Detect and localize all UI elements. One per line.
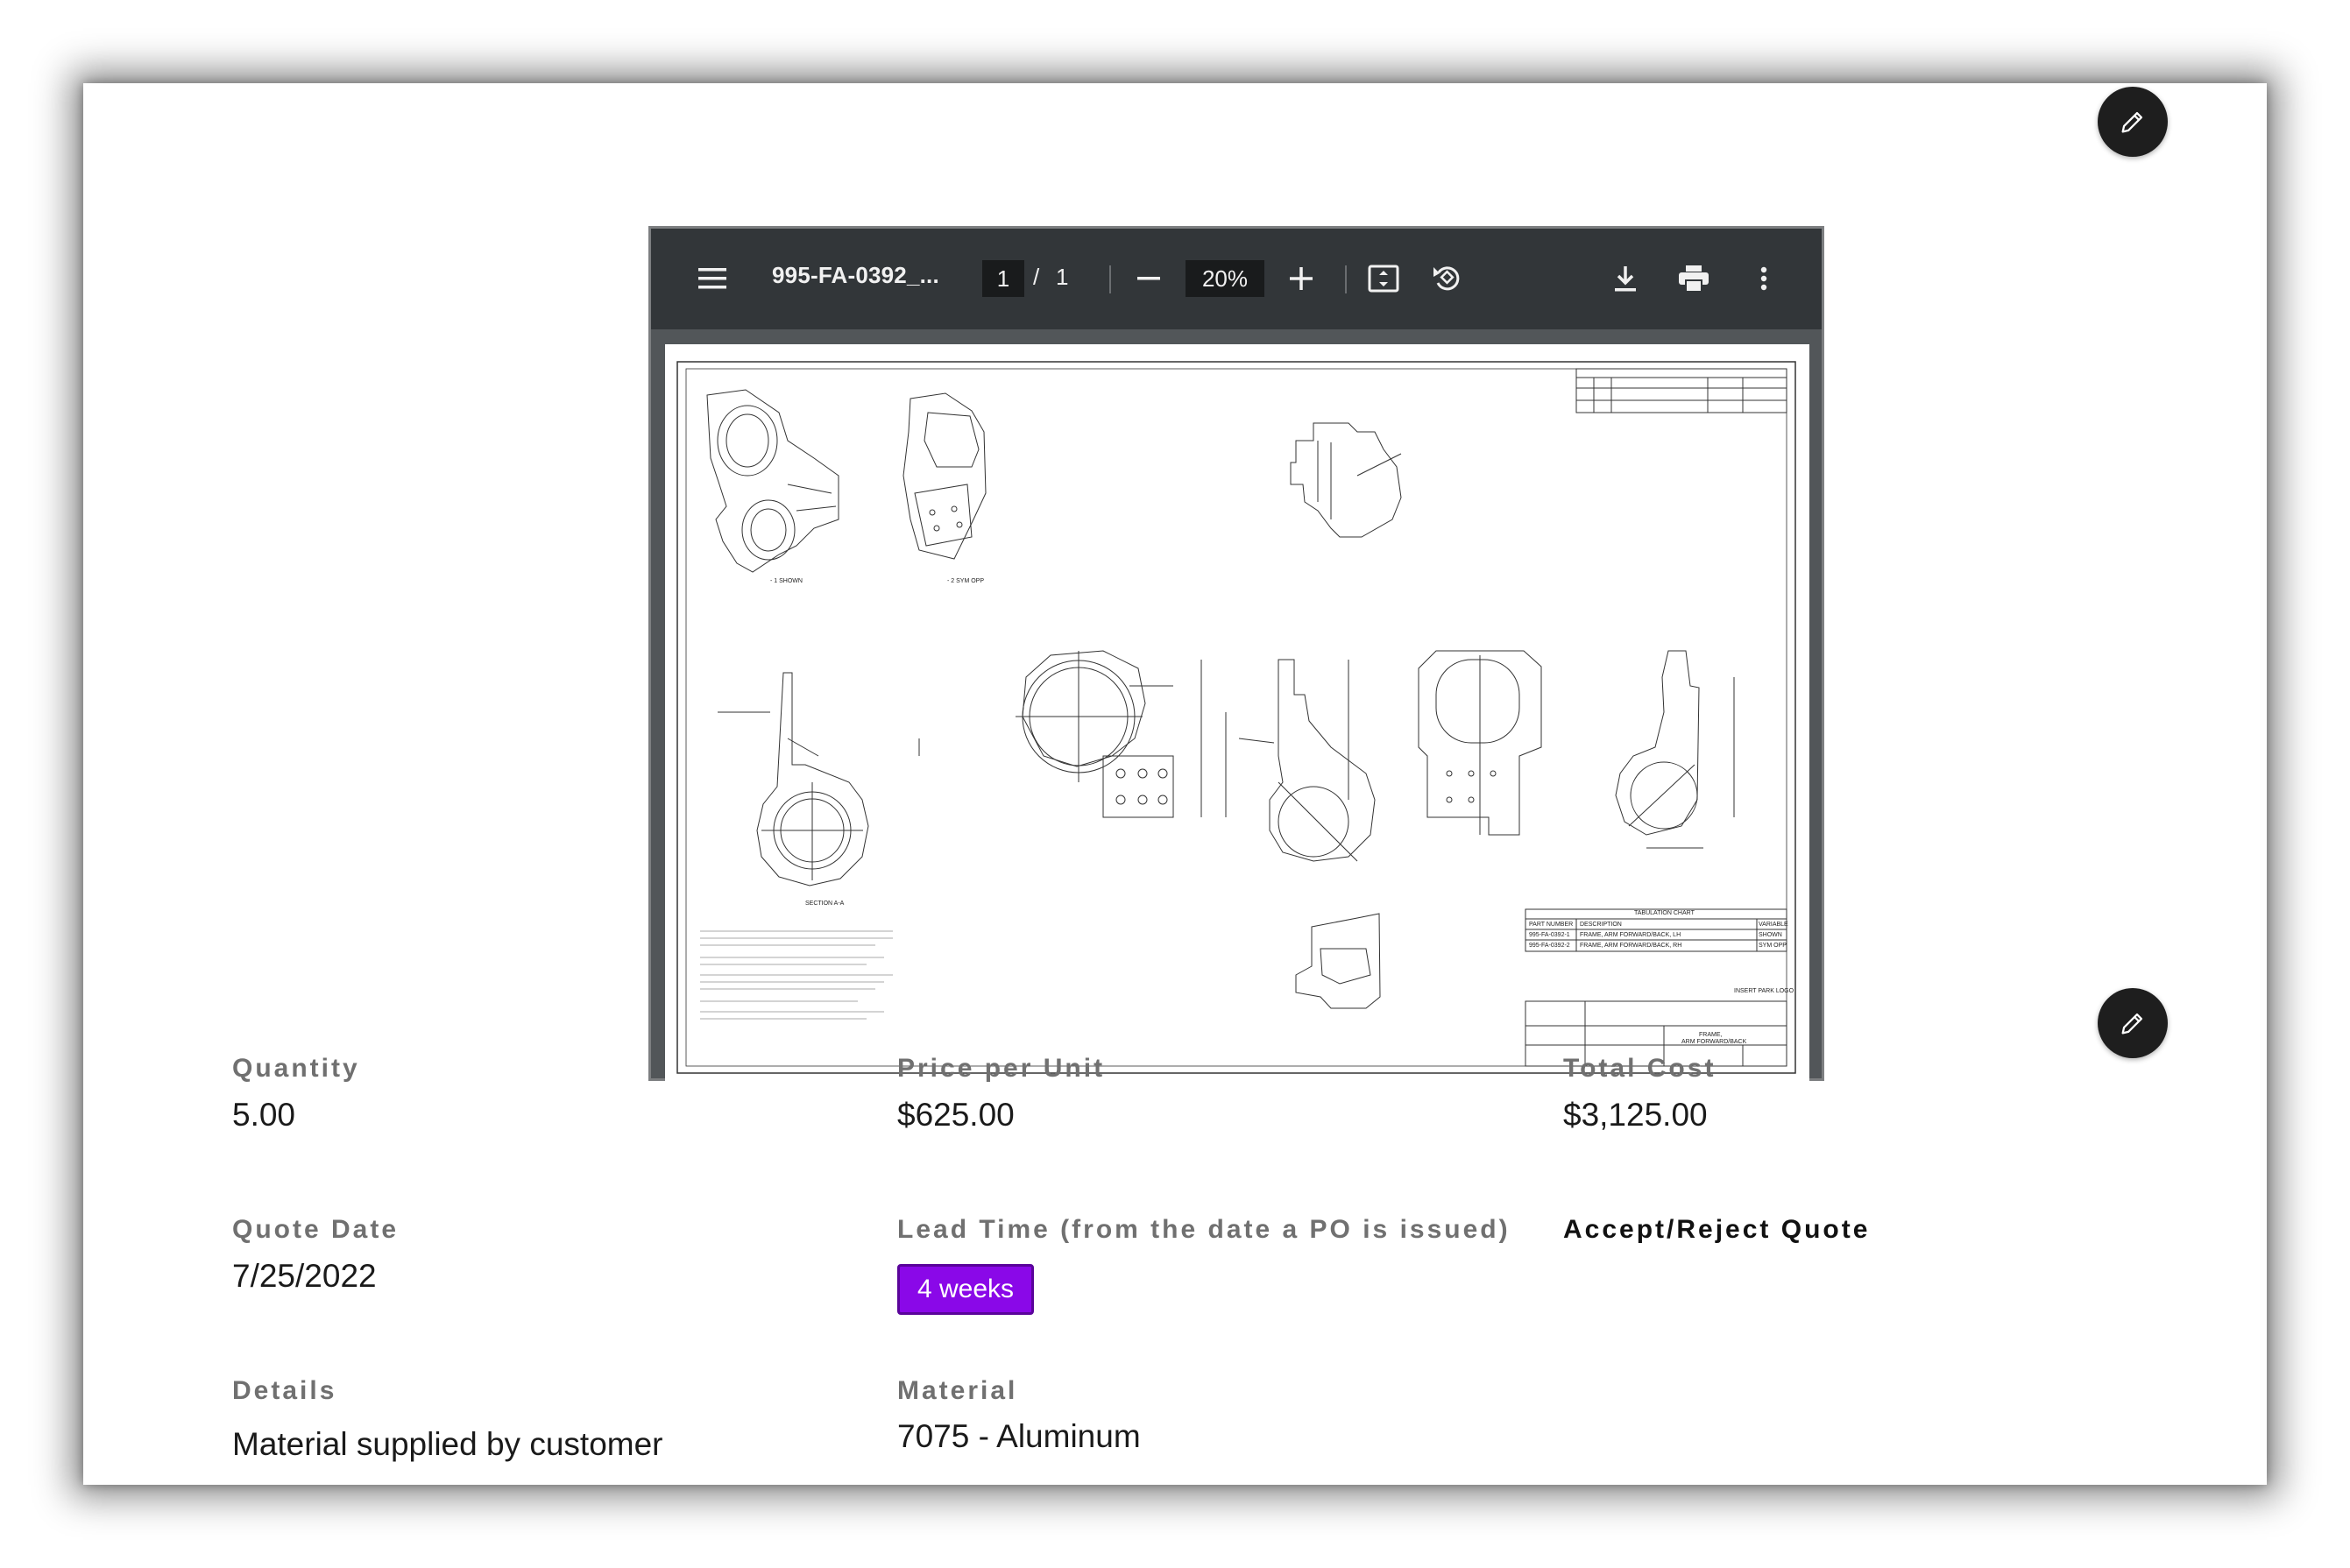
details-value: Material supplied by customer: [232, 1426, 663, 1462]
plus-icon: [1290, 267, 1313, 290]
toolbar-divider: [1345, 265, 1347, 293]
tabulation-cell: FRAME, ARM FORWARD/BACK, LH: [1580, 932, 1681, 938]
view-label-shown: - 1 SHOWN: [770, 578, 803, 584]
quote-date-value: 7/25/2022: [232, 1258, 377, 1294]
section-label: SECTION A-A: [805, 901, 845, 907]
document-title: 995-FA-0392_...: [772, 262, 939, 288]
tabulation-cell: 995-FA-0392-2: [1529, 943, 1570, 949]
tabulation-header: DESCRIPTION: [1580, 922, 1622, 928]
lead-time-label: Lead Time (from the date a PO is issued): [897, 1215, 1511, 1244]
material-value: 7075 - Aluminum: [897, 1418, 1141, 1454]
drawing-title-line1: FRAME,: [1699, 1032, 1723, 1038]
pencil-icon: [2121, 1013, 2143, 1035]
total-cost-value: $3,125.00: [1563, 1097, 1708, 1133]
page-number-input[interactable]: 1: [982, 260, 1024, 297]
tabulation-header: VARIABLE: [1759, 922, 1788, 928]
zoom-out-button[interactable]: [1131, 261, 1166, 296]
details-label: Details: [232, 1376, 337, 1405]
drawing-title-line2: ARM FORWARD/BACK: [1681, 1039, 1747, 1045]
menu-button[interactable]: [695, 261, 730, 296]
menu-icon: [698, 268, 726, 289]
price-per-unit-label: Price per Unit: [897, 1054, 1106, 1083]
quantity-value: 5.00: [232, 1097, 296, 1133]
tabulation-title: TABULATION CHART: [1634, 910, 1695, 916]
quote-date-label: Quote Date: [232, 1215, 400, 1244]
total-cost-label: Total Cost: [1563, 1054, 1716, 1083]
fit-page-icon: [1368, 265, 1399, 293]
edit-drawing-button[interactable]: [2098, 87, 2168, 157]
tabulation-header: PART NUMBER: [1529, 922, 1573, 928]
accept-reject-quote-label: Accept/Reject Quote: [1563, 1215, 1871, 1244]
minus-icon: [1137, 277, 1160, 280]
material-label: Material: [897, 1376, 1018, 1405]
zoom-in-button[interactable]: [1284, 261, 1319, 296]
quantity-label: Quantity: [232, 1054, 360, 1083]
rotate-icon: [1433, 266, 1460, 291]
page-separator: /: [1033, 264, 1040, 290]
lead-time-badge: 4 weeks: [897, 1264, 1034, 1315]
fit-page-button[interactable]: [1366, 261, 1401, 296]
pdf-viewer[interactable]: 995-FA-0392_... 1 / 1 20% TABULATION CHA…: [648, 226, 1824, 1084]
pencil-icon: [2121, 111, 2143, 133]
edit-quote-button[interactable]: [2098, 988, 2168, 1058]
more-vertical-icon: [1760, 266, 1767, 291]
tabulation-cell: SYM OPP: [1759, 943, 1787, 949]
pdf-page: TABULATION CHART PART NUMBER DESCRIPTION…: [665, 344, 1809, 1084]
tabulation-cell: 995-FA-0392-1: [1529, 932, 1570, 938]
quote-card: 995-FA-0392_... 1 / 1 20% TABULATION CHA…: [83, 83, 2267, 1485]
zoom-level-input[interactable]: 20%: [1186, 260, 1264, 297]
pdf-toolbar: 995-FA-0392_... 1 / 1 20%: [651, 229, 1822, 329]
toolbar-divider: [1109, 265, 1111, 293]
rotate-button[interactable]: [1429, 260, 1464, 295]
logo-placeholder: INSERT PARK LOGO: [1734, 988, 1794, 994]
tabulation-cell: SHOWN: [1759, 932, 1782, 938]
price-per-unit-value: $625.00: [897, 1097, 1015, 1133]
view-label-sym-opp: - 2 SYM OPP: [947, 578, 984, 584]
tabulation-cell: FRAME, ARM FORWARD/BACK, RH: [1580, 943, 1681, 949]
page-total: 1: [1056, 264, 1069, 290]
engineering-drawing: TABULATION CHART PART NUMBER DESCRIPTION…: [676, 361, 1796, 1074]
download-button[interactable]: [1608, 261, 1643, 296]
more-options-button[interactable]: [1746, 261, 1781, 296]
print-icon: [1679, 265, 1709, 292]
print-button[interactable]: [1676, 261, 1711, 296]
download-icon: [1615, 266, 1636, 292]
